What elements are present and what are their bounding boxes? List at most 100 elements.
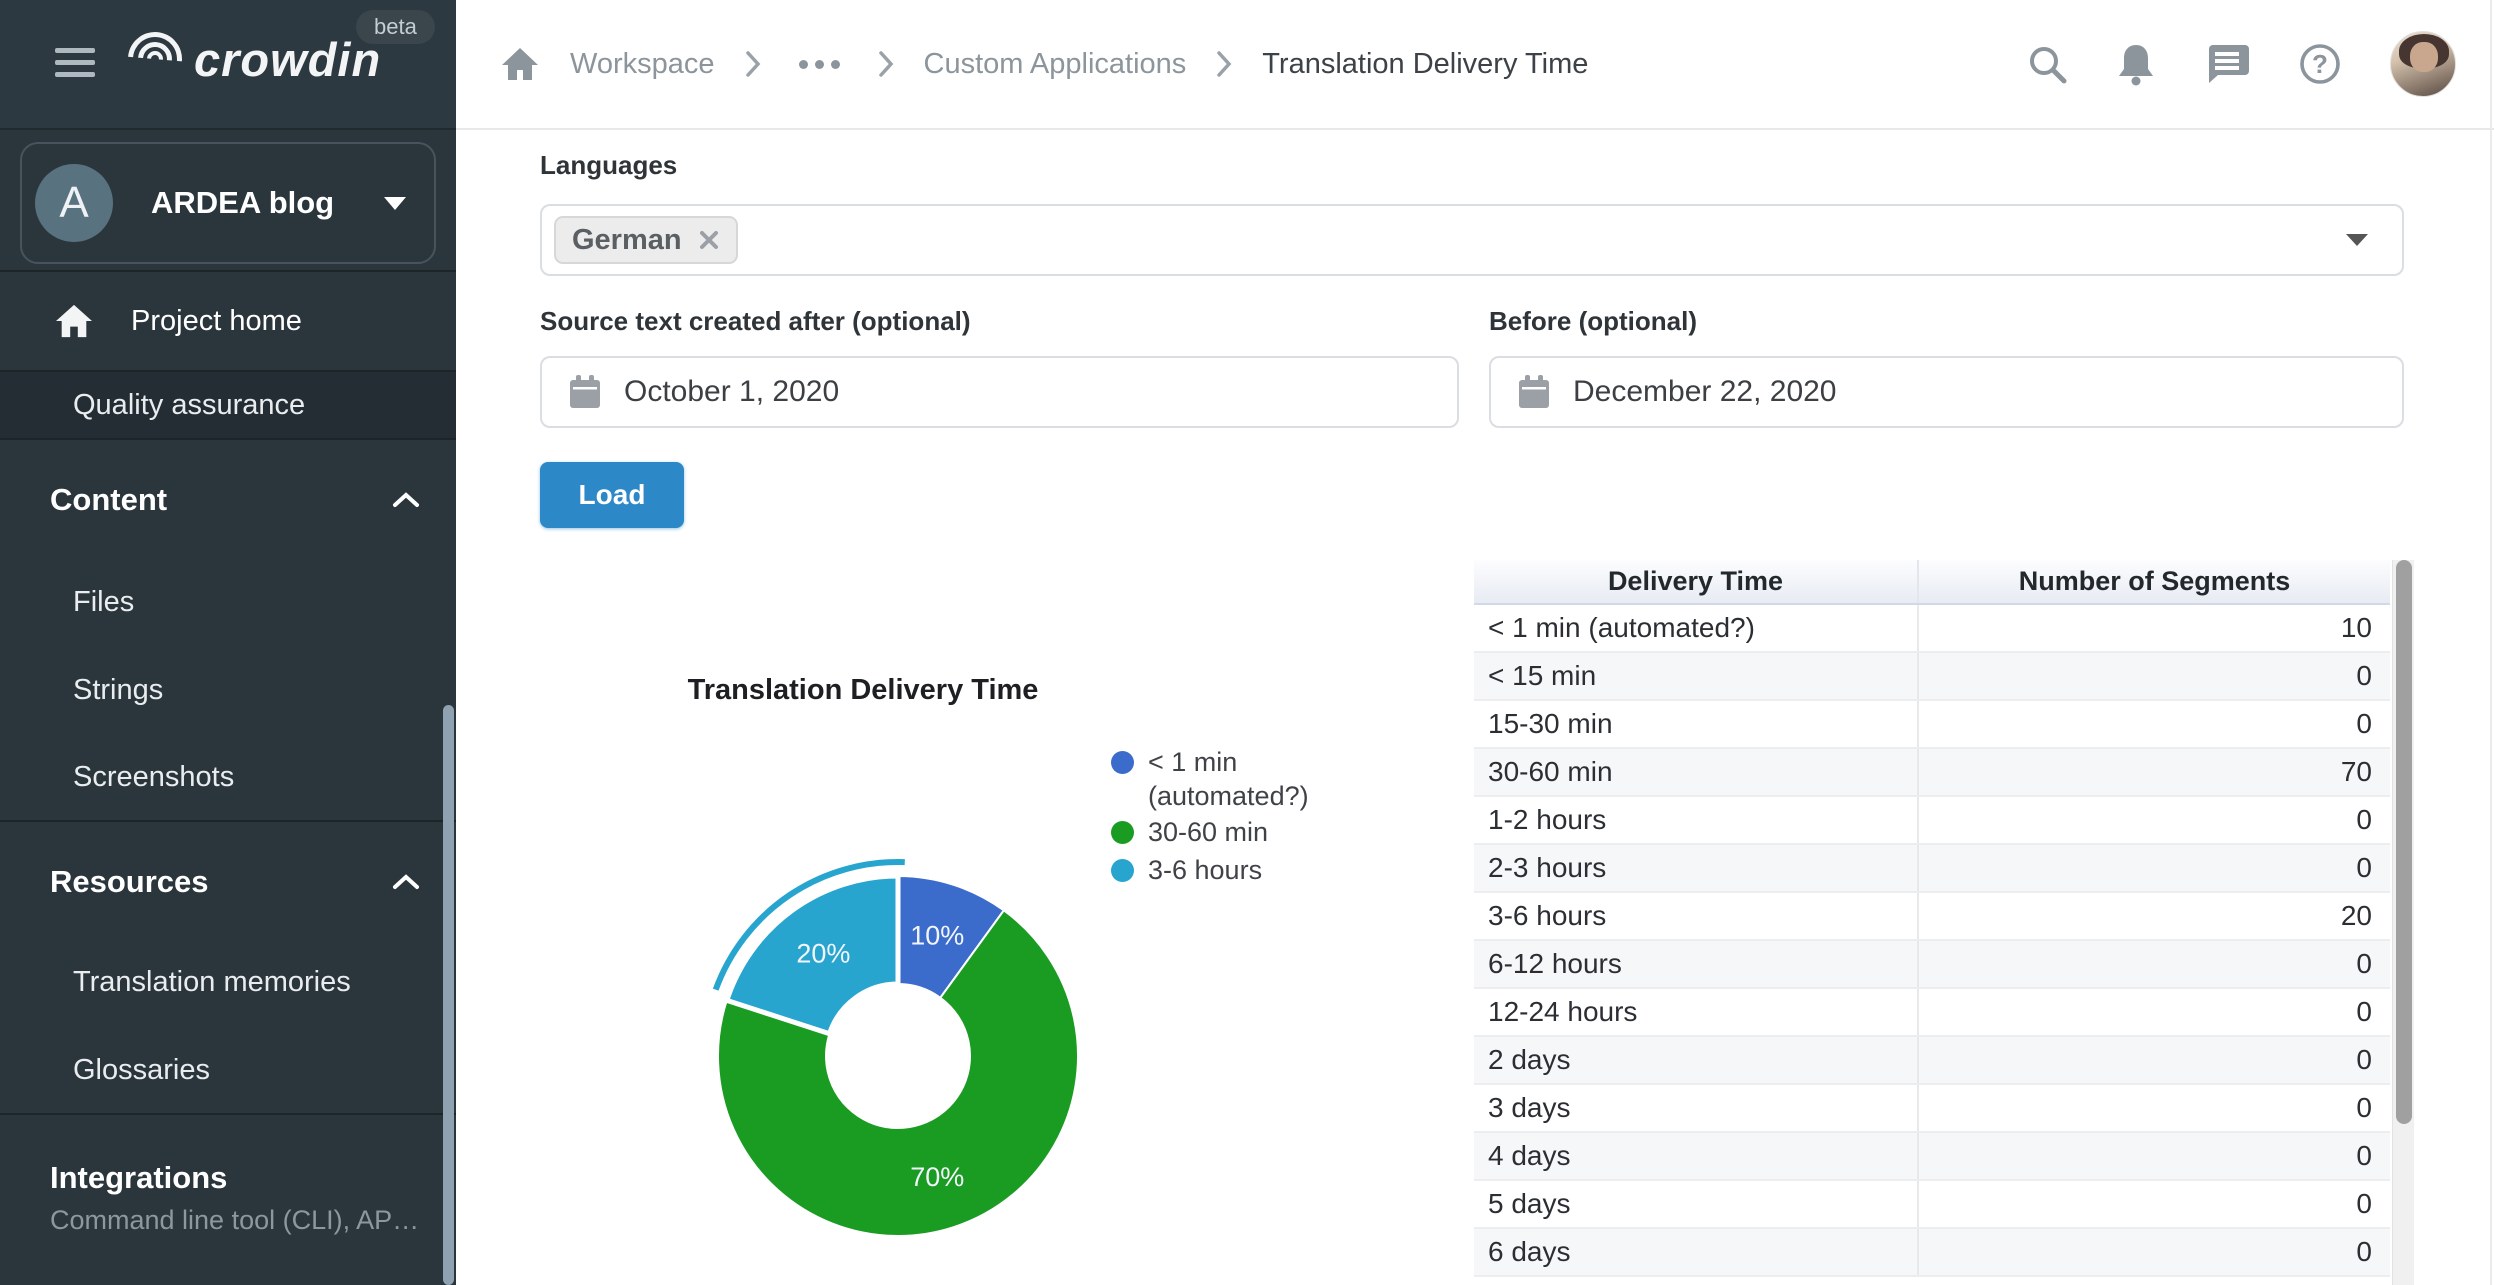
help-icon[interactable]: ? — [2298, 42, 2342, 86]
section-label: Integrations — [50, 1160, 456, 1196]
home-icon[interactable] — [500, 44, 540, 84]
sidebar-item-glossaries[interactable]: Glossaries — [0, 1040, 456, 1100]
table-scrollbar-thumb[interactable] — [2396, 560, 2412, 1124]
sidebar-item-project-home[interactable]: Project home — [0, 272, 456, 370]
legend-dot-icon — [1111, 751, 1134, 774]
legend-label: 30-60 min — [1148, 815, 1268, 849]
language-tag-german[interactable]: German — [554, 216, 738, 264]
section-label: Resources — [50, 864, 392, 900]
project-avatar: A — [35, 164, 113, 242]
cell-number-of-segments: 0 — [1918, 700, 2390, 748]
sidebar-section-integrations[interactable]: Integrations — [0, 1148, 456, 1208]
donut-chart[interactable]: 10%70%20% — [688, 846, 1108, 1266]
breadcrumb-current-page: Translation Delivery Time — [1262, 48, 1588, 81]
table-row[interactable]: 2-3 hours0 — [1474, 844, 2390, 892]
load-button[interactable]: Load — [540, 462, 684, 528]
slice-percent-label: 70% — [910, 1162, 964, 1192]
chevron-down-icon — [2346, 234, 2368, 246]
cell-delivery-time: 5 days — [1474, 1180, 1918, 1228]
before-date-label: Before (optional) — [1489, 306, 1697, 337]
chevron-up-icon — [392, 491, 420, 509]
hamburger-menu-icon[interactable] — [55, 48, 95, 78]
legend-label: < 1 min(automated?) — [1148, 745, 1309, 813]
sidebar-item-label: Project home — [131, 305, 302, 338]
legend-entry[interactable]: < 1 min(automated?) — [1111, 745, 1309, 813]
section-label: Content — [50, 482, 392, 518]
project-selector[interactable]: A ARDEA blog — [20, 142, 436, 264]
table-row[interactable]: < 15 min0 — [1474, 652, 2390, 700]
legend-dot-icon — [1111, 821, 1134, 844]
sidebar-item-translation-memories[interactable]: Translation memories — [0, 952, 456, 1012]
table-header-row: Delivery Time Number of Segments — [1474, 560, 2390, 604]
cell-number-of-segments: 0 — [1918, 844, 2390, 892]
table-row[interactable]: 2 days0 — [1474, 1036, 2390, 1084]
cell-number-of-segments: 70 — [1918, 748, 2390, 796]
crowdin-logo-text: crowdin — [194, 32, 381, 87]
table-row[interactable]: 4 days0 — [1474, 1132, 2390, 1180]
legend-entry[interactable]: 3-6 hours — [1111, 853, 1262, 887]
breadcrumb-workspace[interactable]: Workspace — [570, 48, 715, 81]
sidebar-header: crowdin beta — [0, 0, 456, 130]
sidebar-scrollbar-thumb[interactable] — [443, 705, 454, 1285]
cell-number-of-segments: 0 — [1918, 1132, 2390, 1180]
cell-delivery-time: 30-60 min — [1474, 748, 1918, 796]
table-row[interactable]: 1-2 hours0 — [1474, 796, 2390, 844]
table-row[interactable]: 3 days0 — [1474, 1084, 2390, 1132]
sidebar-item-screenshots[interactable]: Screenshots — [0, 747, 456, 807]
remove-tag-icon[interactable] — [698, 229, 720, 251]
legend-entry[interactable]: 30-60 min — [1111, 815, 1268, 849]
table-row[interactable]: 5 days0 — [1474, 1180, 2390, 1228]
table-row[interactable]: 15-30 min0 — [1474, 700, 2390, 748]
chevron-right-icon — [1216, 50, 1232, 78]
table-row[interactable]: 12-24 hours0 — [1474, 988, 2390, 1036]
notifications-bell-icon[interactable] — [2116, 42, 2156, 86]
cell-delivery-time: 3-6 hours — [1474, 892, 1918, 940]
sidebar-item-quality-assurance[interactable]: Quality assurance — [0, 372, 456, 438]
chevron-right-icon — [878, 50, 894, 78]
calendar-icon — [568, 374, 602, 410]
chevron-right-icon — [745, 50, 761, 78]
after-date-input[interactable]: October 1, 2020 — [540, 356, 1459, 428]
table-row[interactable]: 6-12 hours0 — [1474, 940, 2390, 988]
messages-chat-icon[interactable] — [2204, 43, 2250, 85]
table-header-delivery-time[interactable]: Delivery Time — [1474, 560, 1918, 604]
beta-badge: beta — [356, 10, 435, 44]
table-header-number-of-segments[interactable]: Number of Segments — [1918, 560, 2390, 604]
sidebar-item-label: Glossaries — [73, 1054, 210, 1087]
search-icon[interactable] — [2026, 43, 2068, 85]
integrations-subtitle: Command line tool (CLI), API, … — [50, 1205, 420, 1236]
table-scrollbar[interactable] — [2392, 560, 2414, 1285]
table-row[interactable]: 30-60 min70 — [1474, 748, 2390, 796]
language-tag-label: German — [572, 224, 682, 257]
table-row[interactable]: 3-6 hours20 — [1474, 892, 2390, 940]
cell-delivery-time: 6 days — [1474, 1228, 1918, 1276]
sidebar-item-strings[interactable]: Strings — [0, 660, 456, 720]
cell-number-of-segments: 0 — [1918, 796, 2390, 844]
home-icon — [55, 303, 93, 339]
topbar: Workspace Custom Applications Translatio… — [456, 0, 2494, 130]
cell-number-of-segments: 0 — [1918, 1228, 2390, 1276]
breadcrumb-custom-applications[interactable]: Custom Applications — [924, 48, 1187, 81]
chevron-up-icon — [392, 873, 420, 891]
user-avatar[interactable] — [2390, 31, 2456, 97]
sidebar-item-label: Screenshots — [73, 761, 234, 794]
cell-delivery-time: 15-30 min — [1474, 700, 1918, 748]
crowdin-logo[interactable]: crowdin — [126, 30, 381, 88]
table-row[interactable]: < 1 min (automated?)10 — [1474, 604, 2390, 652]
sidebar: crowdin beta A ARDEA blog Project home Q… — [0, 0, 456, 1285]
breadcrumb-ellipsis-icon[interactable] — [791, 60, 848, 69]
before-date-input[interactable]: December 22, 2020 — [1489, 356, 2404, 428]
cell-number-of-segments: 0 — [1918, 988, 2390, 1036]
cell-delivery-time: 12-24 hours — [1474, 988, 1918, 1036]
cell-delivery-time: 1-2 hours — [1474, 796, 1918, 844]
sidebar-item-files[interactable]: Files — [0, 572, 456, 632]
cell-number-of-segments: 0 — [1918, 652, 2390, 700]
divider — [0, 1113, 456, 1115]
table-row[interactable]: 6 days0 — [1474, 1228, 2390, 1276]
languages-select[interactable]: German — [540, 204, 2404, 276]
cell-number-of-segments: 0 — [1918, 1036, 2390, 1084]
sidebar-section-resources[interactable]: Resources — [0, 852, 456, 912]
chevron-down-icon — [384, 197, 406, 210]
sidebar-section-content[interactable]: Content — [0, 470, 456, 530]
legend-dot-icon — [1111, 859, 1134, 882]
